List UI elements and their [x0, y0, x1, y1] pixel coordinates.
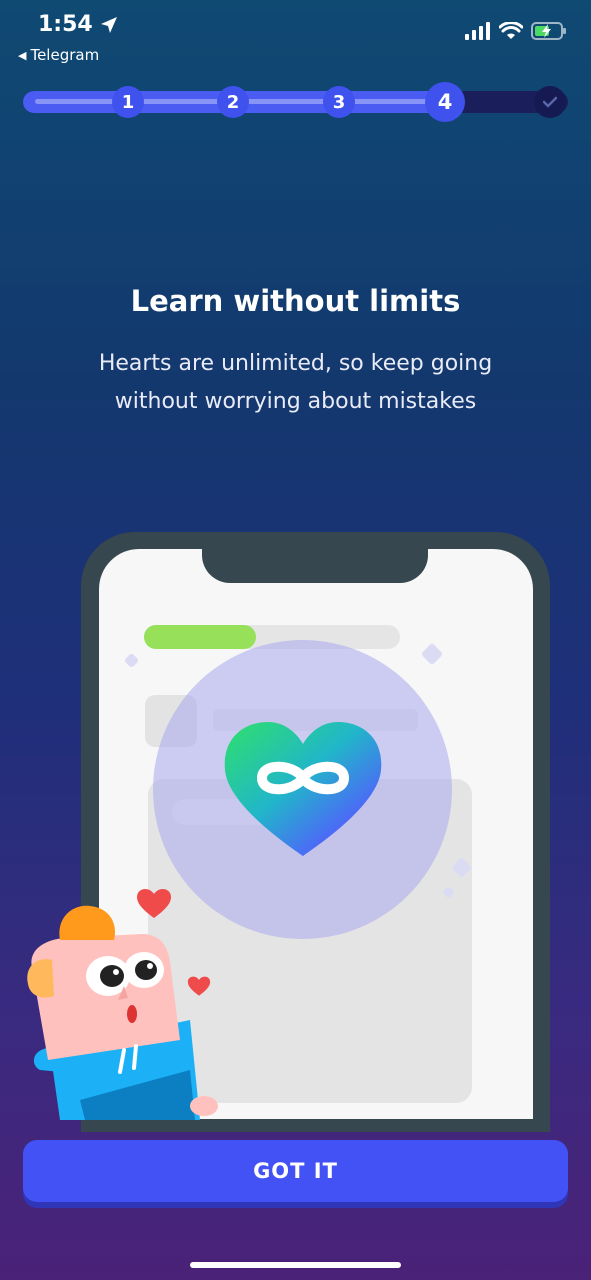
step-4-label: 4 — [437, 90, 453, 114]
phone-notch — [202, 532, 428, 583]
time-text: 1:54 — [38, 12, 93, 37]
lesson-progress-bar: 1 2 3 4 — [23, 82, 568, 122]
step-final — [534, 86, 566, 118]
back-app-label: Telegram — [30, 46, 100, 64]
step-2-label: 2 — [226, 91, 240, 113]
location-arrow-icon — [100, 16, 117, 33]
step-1: 1 — [112, 86, 144, 118]
page-subtitle: Hearts are unlimited, so keep going with… — [98, 351, 493, 414]
step-3-label: 3 — [332, 91, 346, 113]
step-2: 2 — [217, 86, 249, 118]
step-1-label: 1 — [121, 91, 135, 113]
back-to-app-link[interactable]: ◀ Telegram — [18, 46, 99, 64]
battery-charging-icon — [531, 22, 566, 40]
mascot-character — [27, 905, 218, 1120]
status-icons — [465, 22, 567, 40]
signal-icon — [465, 22, 490, 40]
status-time: 1:54 — [38, 12, 119, 37]
back-triangle-icon: ◀ — [18, 48, 27, 62]
wifi-icon — [499, 22, 523, 39]
illustration-progress-fill — [144, 625, 256, 649]
step-4-current: 4 — [425, 82, 465, 122]
status-bar: 1:54 ◀ Telegram — [0, 0, 591, 80]
step-3: 3 — [323, 86, 355, 118]
home-indicator[interactable] — [190, 1262, 401, 1268]
got-it-button[interactable]: GOT IT — [23, 1140, 568, 1202]
checkmark-icon — [543, 96, 557, 108]
infinity-heart-icon — [224, 722, 382, 856]
page-title: Learn without limits — [130, 284, 461, 318]
